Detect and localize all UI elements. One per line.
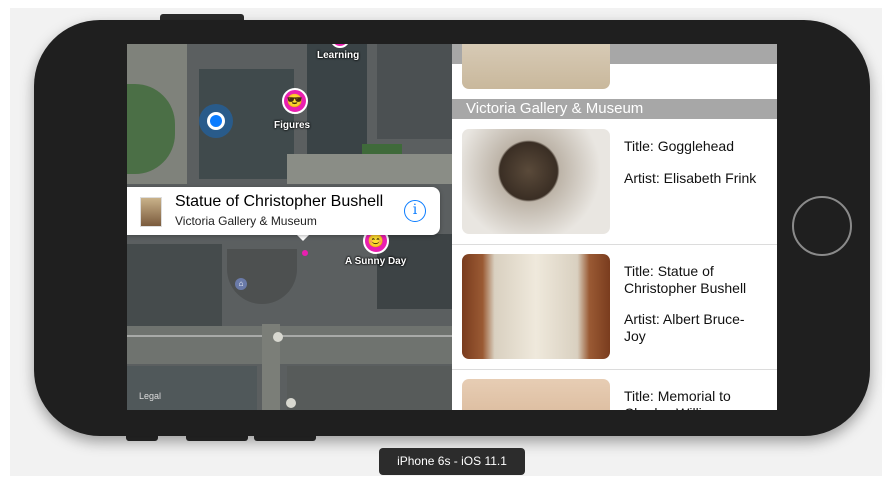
pin-label: Figures bbox=[274, 120, 311, 131]
artwork-artist: Artist: Albert Bruce-Joy bbox=[624, 311, 745, 344]
section-header: Victoria Gallery & Museum bbox=[452, 99, 777, 119]
artwork-list[interactable]: Harold Cohen Library Victoria Gallery & … bbox=[452, 44, 777, 410]
map-building bbox=[127, 244, 222, 334]
list-item[interactable]: Title: Statue of Christopher Bushell Art… bbox=[452, 244, 777, 369]
artwork-artist: Artist: Elisabeth Frink bbox=[624, 170, 757, 186]
map-building bbox=[307, 44, 367, 159]
callout-subtitle: Victoria Gallery & Museum bbox=[175, 214, 317, 228]
list-item[interactable]: Title: Memorial to Charles Willi... bbox=[452, 369, 777, 410]
map-building bbox=[127, 366, 257, 410]
map-building bbox=[227, 249, 297, 304]
map-legal-link[interactable]: Legal bbox=[139, 391, 161, 401]
map-road-marking bbox=[127, 335, 452, 337]
map-road bbox=[127, 326, 452, 364]
simulator-device-label: iPhone 6s - iOS 11.1 bbox=[379, 448, 525, 475]
artwork-title: Title: Statue of Christopher Bushell bbox=[624, 263, 747, 296]
selected-pin-dot[interactable] bbox=[302, 250, 308, 256]
info-icon[interactable]: i bbox=[404, 200, 426, 222]
user-location-icon bbox=[199, 104, 233, 138]
list-item[interactable] bbox=[452, 44, 777, 90]
list-item[interactable]: Title: Gogglehead Artist: Elisabeth Frin… bbox=[452, 119, 777, 244]
pin-label: A Sunny Day bbox=[345, 256, 407, 267]
artwork-title: Title: Memorial to Charles Willi... bbox=[624, 388, 731, 410]
artwork-image bbox=[462, 44, 610, 89]
device-screen: Learning 😎 Figures 😊 A Sunny Day ⌂ Statu… bbox=[127, 44, 777, 410]
artwork-image bbox=[462, 129, 610, 234]
statue-thumbnail bbox=[140, 197, 162, 227]
home-button[interactable] bbox=[792, 196, 852, 256]
map-callout[interactable]: Statue of Christopher Bushell Victoria G… bbox=[127, 187, 440, 235]
sunglasses-emoji-icon[interactable]: 😎 bbox=[282, 88, 308, 114]
map-building bbox=[287, 366, 452, 410]
pin-label: Learning bbox=[317, 50, 360, 61]
map-building bbox=[377, 44, 452, 139]
map-view[interactable]: Learning 😎 Figures 😊 A Sunny Day ⌂ Statu… bbox=[127, 44, 452, 410]
callout-title: Statue of Christopher Bushell bbox=[175, 193, 384, 210]
map-marker bbox=[286, 398, 296, 408]
artwork-image bbox=[462, 254, 610, 359]
map-area bbox=[287, 154, 452, 184]
artwork-title: Title: Gogglehead bbox=[624, 138, 734, 154]
museum-icon[interactable]: ⌂ bbox=[235, 278, 247, 290]
map-marker bbox=[273, 332, 283, 342]
artwork-image bbox=[462, 379, 610, 410]
